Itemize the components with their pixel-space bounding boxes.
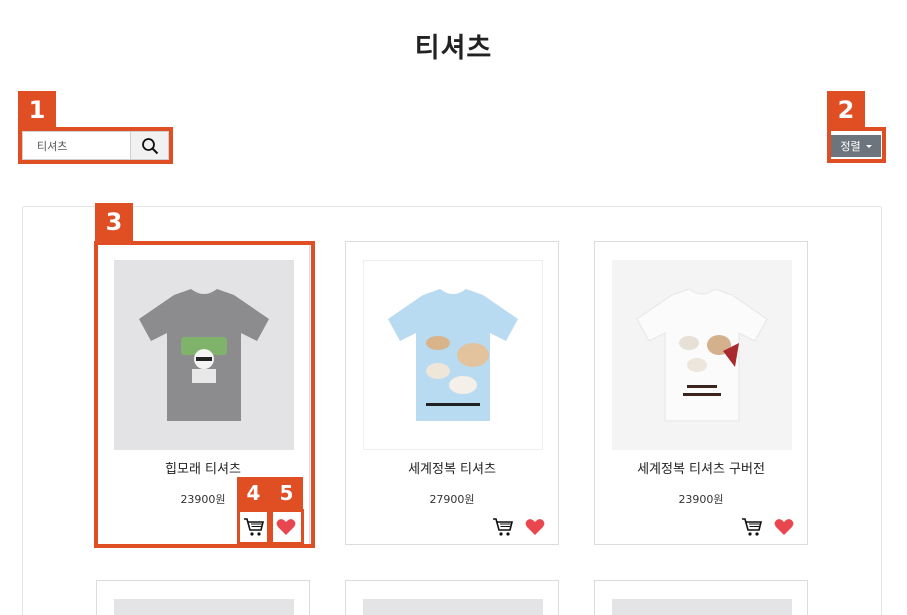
annotation-badge-4: 4 [237, 477, 270, 510]
search-icon [141, 137, 158, 154]
product-name[interactable]: 세계정복 티셔츠 [346, 458, 558, 477]
product-price: 23900원 [678, 493, 724, 506]
tshirt-image [627, 599, 777, 615]
product-card[interactable]: 세계정복 티셔츠 27900원 [345, 241, 559, 545]
product-image[interactable] [363, 599, 543, 615]
annotation-badge-3: 3 [95, 203, 133, 241]
tshirt-image [388, 289, 518, 421]
cart-icon[interactable] [741, 517, 763, 537]
tshirt-image [636, 288, 768, 422]
annotation-frame-like [270, 509, 304, 545]
annotation-badge-5: 5 [270, 477, 303, 510]
product-image[interactable] [612, 260, 792, 450]
heart-icon[interactable] [774, 518, 794, 536]
product-image[interactable] [363, 260, 543, 450]
tshirt-image [129, 599, 279, 615]
tshirt-image [378, 599, 528, 615]
search-button[interactable] [130, 131, 169, 160]
product-card[interactable]: 세계정복 티셔츠 구버전 23900원 [594, 241, 808, 545]
product-name[interactable]: 세계정복 티셔츠 구버전 [595, 458, 807, 477]
product-image[interactable] [114, 599, 294, 615]
product-card[interactable] [96, 580, 310, 615]
annotation-badge-1: 1 [18, 91, 56, 129]
cart-icon[interactable] [492, 517, 514, 537]
sort-label: 정렬 [840, 140, 861, 153]
search-bar [22, 131, 169, 160]
product-card[interactable] [594, 580, 808, 615]
caret-down-icon [865, 144, 872, 148]
heart-icon[interactable] [525, 518, 545, 536]
page-title: 티셔츠 [414, 33, 493, 64]
annotation-badge-2: 2 [827, 91, 865, 129]
product-image[interactable] [612, 599, 792, 615]
annotation-frame-cart [237, 509, 270, 545]
product-price: 27900원 [429, 493, 475, 506]
search-input[interactable] [22, 131, 130, 160]
product-card[interactable] [345, 580, 559, 615]
sort-dropdown-button[interactable]: 정렬 [831, 135, 881, 157]
